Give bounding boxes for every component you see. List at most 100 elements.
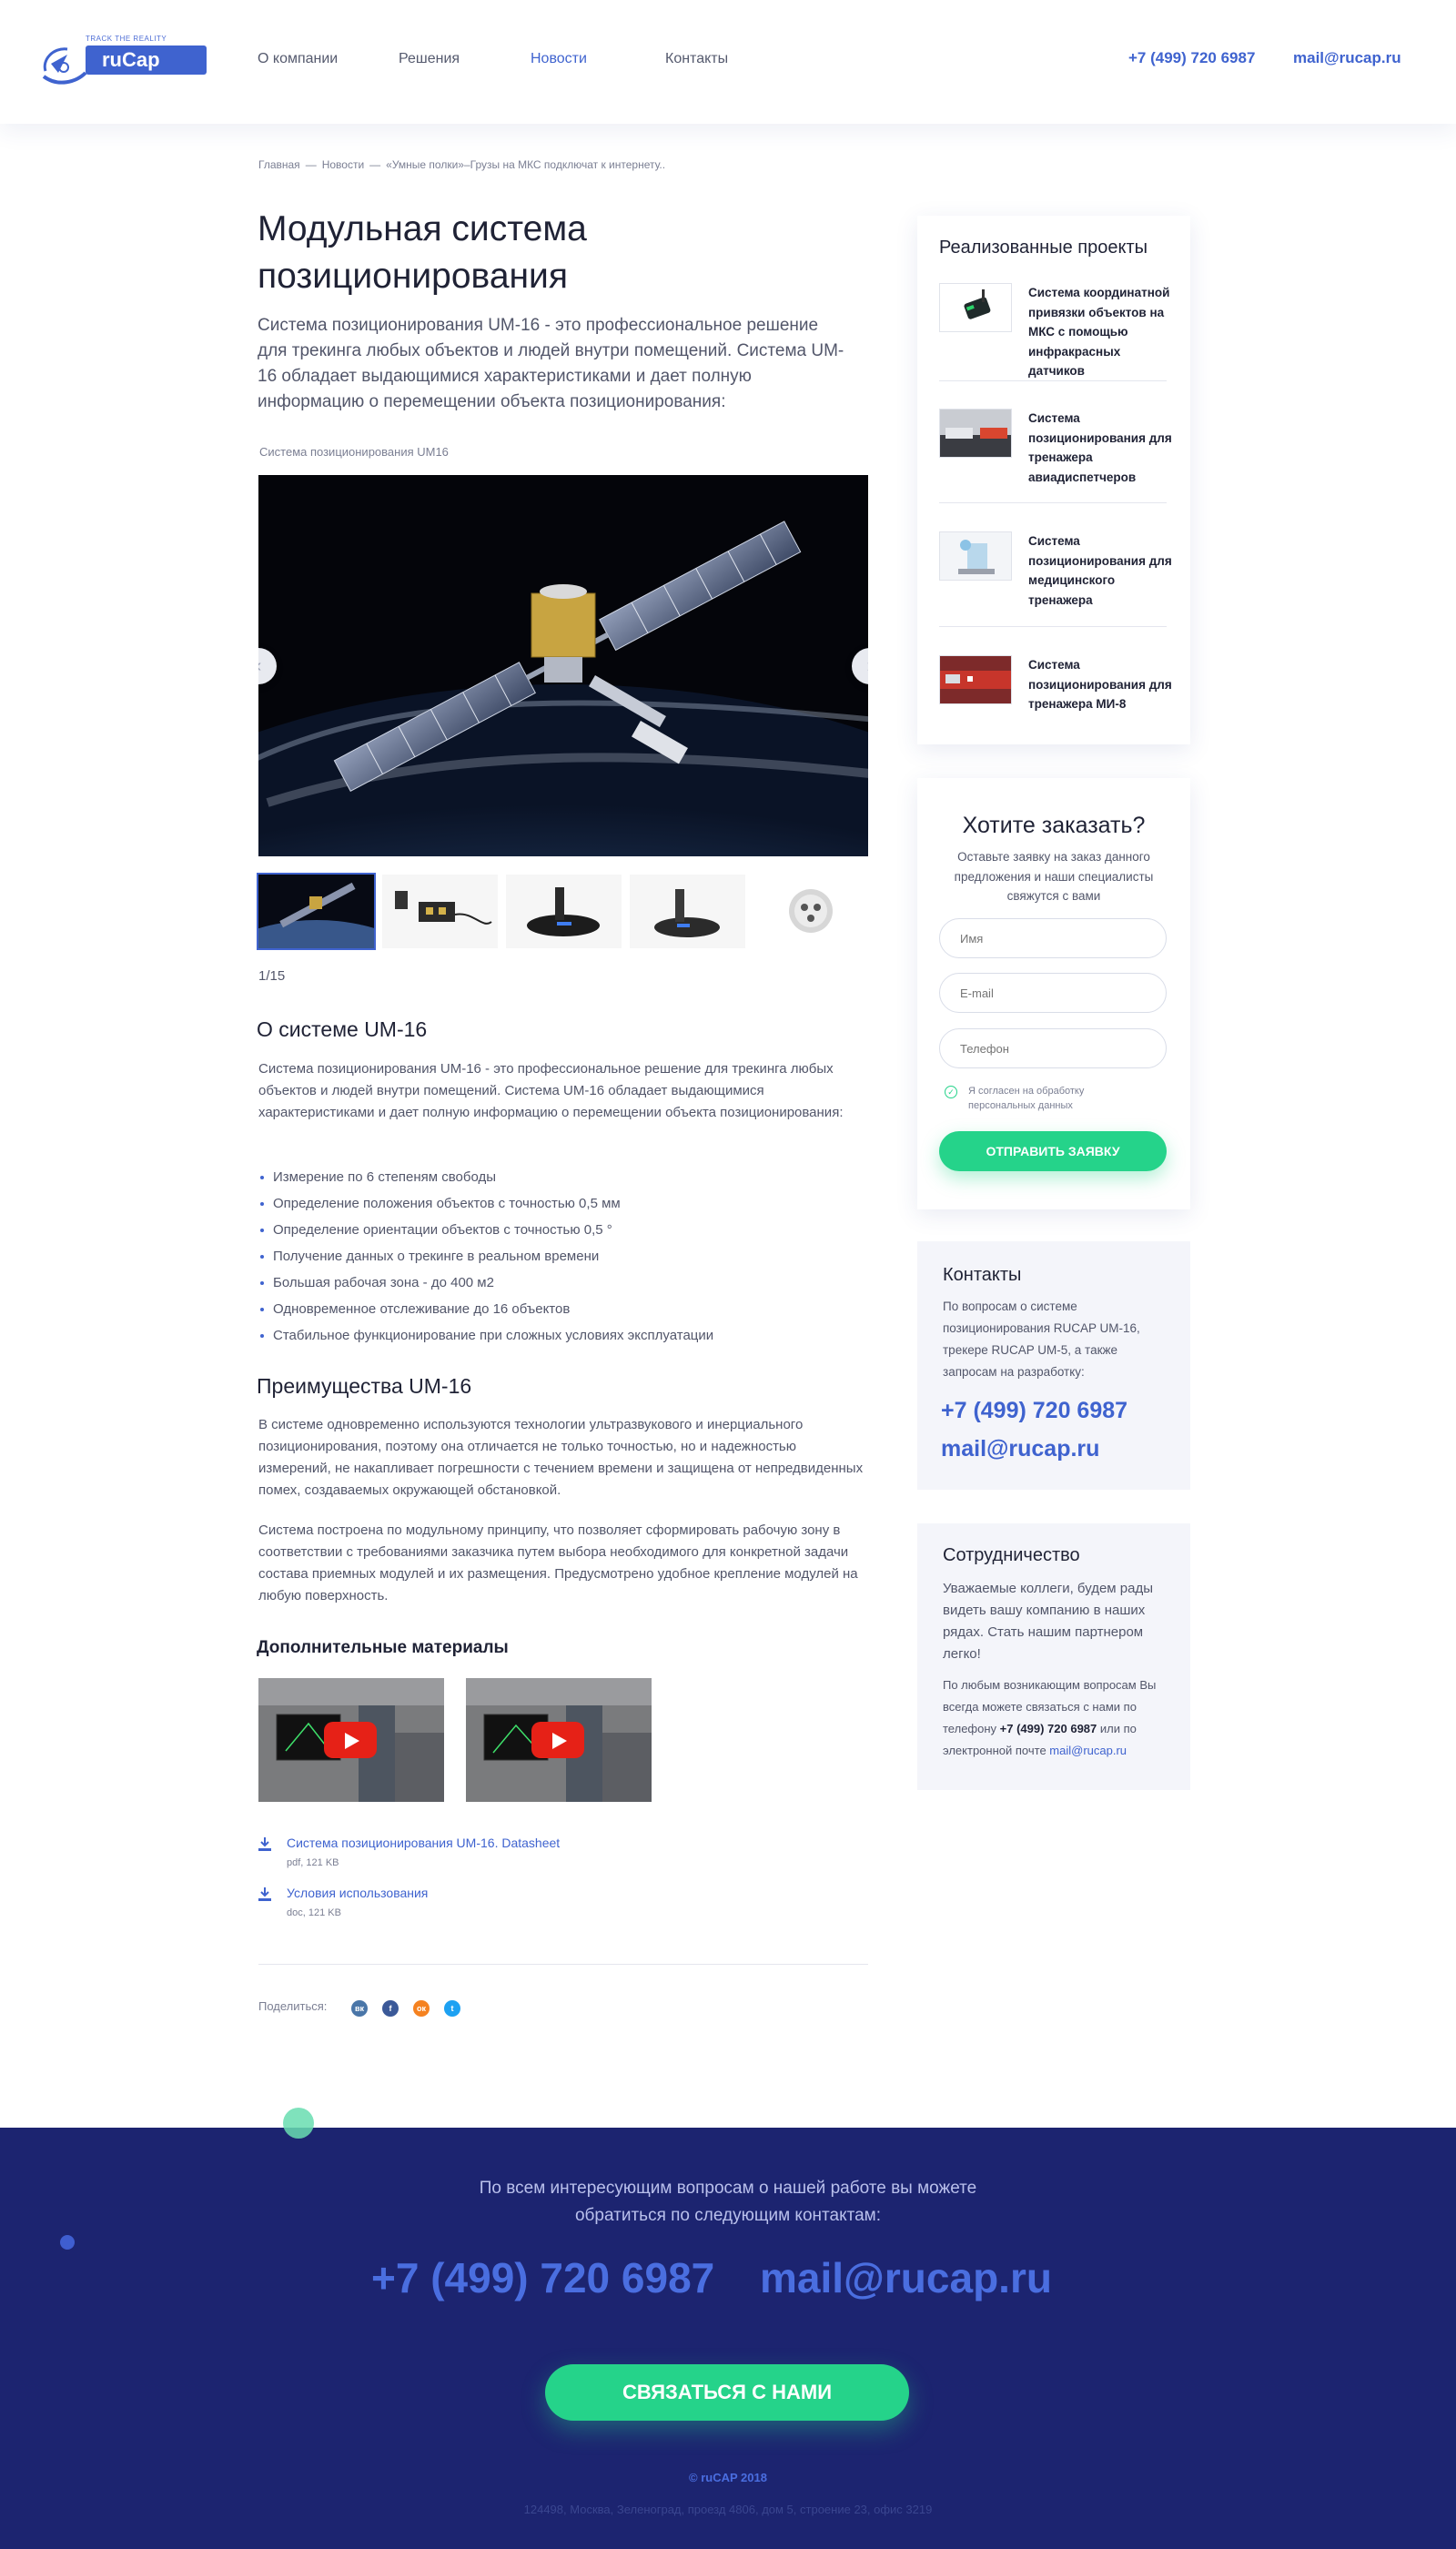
project-image bbox=[940, 410, 1011, 457]
thumbnail-tracker-dark[interactable] bbox=[630, 875, 745, 948]
features-list: Измерение по 6 степеням свободы Определе… bbox=[258, 1164, 868, 1349]
list-item: Определение положения объектов с точност… bbox=[258, 1190, 868, 1217]
list-item: Получение данных о трекинге в реальном в… bbox=[258, 1243, 868, 1269]
vk-icon[interactable]: вк bbox=[351, 2000, 368, 2017]
nav-item-solutions[interactable]: Решения bbox=[399, 51, 460, 67]
download-icon bbox=[258, 1837, 271, 1851]
project-thumbnail bbox=[939, 655, 1012, 704]
logo-tagline: TRACK THE REALITY bbox=[86, 35, 167, 43]
nav-item-news[interactable]: Новости bbox=[531, 51, 587, 67]
name-field[interactable] bbox=[939, 918, 1167, 958]
decorative-dot bbox=[60, 2235, 75, 2250]
breadcrumb-separator: — bbox=[369, 158, 381, 171]
thumbnail-module[interactable] bbox=[753, 875, 869, 948]
nav-item-about[interactable]: О компании bbox=[258, 51, 338, 67]
breadcrumb: Главная — Новости — «Умные полки»–Грузы на М… bbox=[258, 158, 665, 171]
contacts-text: По вопросам о системе позиционирования R… bbox=[943, 1300, 1140, 1379]
phone-field[interactable] bbox=[939, 1028, 1167, 1068]
cooperation-email-link[interactable]: mail@rucap.ru bbox=[1049, 1744, 1127, 1757]
breadcrumb-current: «Умные полки»–Грузы на МКС подключат к и… bbox=[386, 158, 666, 171]
footer-email-link[interactable]: mail@rucap.ru bbox=[760, 2253, 1052, 2302]
gallery-thumbnails bbox=[257, 873, 869, 950]
chevron-right-icon: › bbox=[867, 656, 868, 676]
cooperation-text: По любым возникающим вопросам Вы всегда … bbox=[943, 1674, 1166, 1762]
thumbnail-kit[interactable] bbox=[382, 875, 498, 948]
facebook-icon[interactable]: f bbox=[382, 2000, 399, 2017]
about-heading: О системе UM-16 bbox=[257, 1017, 428, 1041]
footer-text: По всем интересующим вопросам о нашей ра… bbox=[0, 2175, 1456, 2230]
thumbnail-image bbox=[654, 889, 720, 937]
project-thumbnail bbox=[939, 531, 1012, 581]
footer-phone-link[interactable]: +7 (499) 720 6987 bbox=[371, 2253, 714, 2302]
contacts-phone-link[interactable]: +7 (499) 720 6987 bbox=[941, 1398, 1127, 1424]
video-thumbnail-1[interactable] bbox=[258, 1678, 444, 1802]
footer-text-content: По всем интересующим вопросам о нашей ра… bbox=[479, 2179, 977, 2225]
consent-label: Я согласен на обработку персональных дан… bbox=[968, 1086, 1085, 1111]
consent-checkbox[interactable]: ✓ bbox=[945, 1086, 957, 1098]
satellite-image bbox=[258, 475, 868, 856]
file-link-datasheet[interactable]: Система позиционирования UM-16. Datashee… bbox=[287, 1836, 560, 1850]
breadcrumb-news[interactable]: Новости bbox=[322, 158, 364, 171]
nav-item-contacts[interactable]: Контакты bbox=[665, 51, 728, 67]
project-title: Система позиционирования для медицинског… bbox=[1028, 534, 1172, 607]
project-thumbnail bbox=[939, 409, 1012, 458]
thumbnail-image bbox=[527, 887, 600, 936]
video-thumbnail-2[interactable] bbox=[466, 1678, 652, 1802]
advantages-paragraph-2: Система построена по модульному принципу… bbox=[258, 1522, 858, 1603]
cooperation-card: Сотрудничество Уважаемые коллеги, будем … bbox=[917, 1523, 1190, 1790]
copyright: © ruCAP 2018 bbox=[689, 2471, 767, 2484]
check-icon: ✓ bbox=[947, 1087, 955, 1097]
divider bbox=[939, 380, 1167, 381]
play-icon[interactable] bbox=[324, 1722, 377, 1758]
order-title: Хотите заказать? bbox=[962, 813, 1146, 838]
play-icon[interactable] bbox=[531, 1722, 584, 1758]
email-field[interactable] bbox=[939, 973, 1167, 1013]
divider bbox=[939, 626, 1167, 627]
list-item: Измерение по 6 степеням свободы bbox=[258, 1164, 868, 1190]
header-phone-link[interactable]: +7 (499) 720 6987 bbox=[1128, 49, 1255, 67]
breadcrumb-home[interactable]: Главная bbox=[258, 158, 300, 171]
footer-address: 124498, Москва, Зеленоград, проезд 4806,… bbox=[523, 2503, 933, 2516]
projects-card: Реализованные проекты Система координатн… bbox=[917, 216, 1190, 744]
list-item: Большая рабочая зона - до 400 м2 bbox=[258, 1269, 868, 1296]
advantages-heading: Преимущества UM-16 bbox=[257, 1374, 472, 1398]
file-link-terms[interactable]: Условия использования bbox=[287, 1886, 428, 1900]
header-email-link[interactable]: mail@rucap.ru bbox=[1293, 49, 1401, 67]
image-slider[interactable]: ‹ › bbox=[258, 475, 868, 856]
divider bbox=[258, 1964, 868, 1965]
project-thumbnail bbox=[939, 283, 1012, 332]
twitter-icon[interactable]: t bbox=[444, 2000, 460, 2017]
divider bbox=[939, 502, 1167, 503]
contact-us-button[interactable]: СВЯЗАТЬСЯ С НАМИ bbox=[545, 2364, 909, 2421]
list-item: Стабильное функционирование при сложных … bbox=[258, 1322, 868, 1349]
thumbnail-image bbox=[258, 875, 374, 948]
advantages-paragraph-1: В системе одновременно используются техн… bbox=[258, 1417, 864, 1498]
gallery-counter: 1/15 bbox=[258, 968, 286, 984]
contacts-email-link[interactable]: mail@rucap.ru bbox=[941, 1436, 1099, 1462]
list-item: Определение ориентации объектов с точнос… bbox=[258, 1217, 868, 1243]
thumbnail-satellite[interactable] bbox=[257, 873, 376, 950]
site-header: TRACK THE REALITY ruCap О компании Решен… bbox=[0, 0, 1456, 124]
projects-title: Реализованные проекты bbox=[939, 238, 1148, 258]
submit-request-button[interactable]: ОТПРАВИТЬ ЗАЯВКУ bbox=[939, 1131, 1167, 1171]
cooperation-phone[interactable]: +7 (499) 720 6987 bbox=[1000, 1722, 1097, 1735]
cooperation-title: Сотрудничество bbox=[943, 1545, 1080, 1565]
chevron-left-icon: ‹ bbox=[258, 656, 261, 676]
thumbnail-image bbox=[395, 891, 492, 925]
breadcrumb-separator: — bbox=[305, 158, 317, 171]
project-image bbox=[940, 532, 1011, 580]
project-title: Система координатной привязки объектов н… bbox=[1028, 286, 1170, 378]
download-icon bbox=[258, 1887, 271, 1901]
odnoklassniki-icon[interactable]: ок bbox=[413, 2000, 430, 2017]
order-subtitle: Оставьте заявку на заказ данного предлож… bbox=[954, 850, 1154, 903]
share-label: Поделиться: bbox=[258, 1999, 328, 2013]
decorative-dot bbox=[283, 2108, 314, 2139]
gallery-caption: Система позиционирования UM16 bbox=[259, 445, 449, 459]
materials-heading: Дополнительные материалы bbox=[257, 1638, 509, 1657]
contacts-card: Контакты По вопросам о системе позициони… bbox=[917, 1241, 1190, 1490]
thumbnail-tracker-blue[interactable] bbox=[506, 875, 622, 948]
list-item: Одновременное отслеживание до 16 объекто… bbox=[258, 1296, 868, 1322]
file-meta: pdf, 121 KB bbox=[287, 1857, 339, 1868]
lead-paragraph: Система позиционирования UM-16 - это про… bbox=[258, 316, 844, 411]
project-title: Система позиционирования для тренажера а… bbox=[1028, 411, 1172, 484]
